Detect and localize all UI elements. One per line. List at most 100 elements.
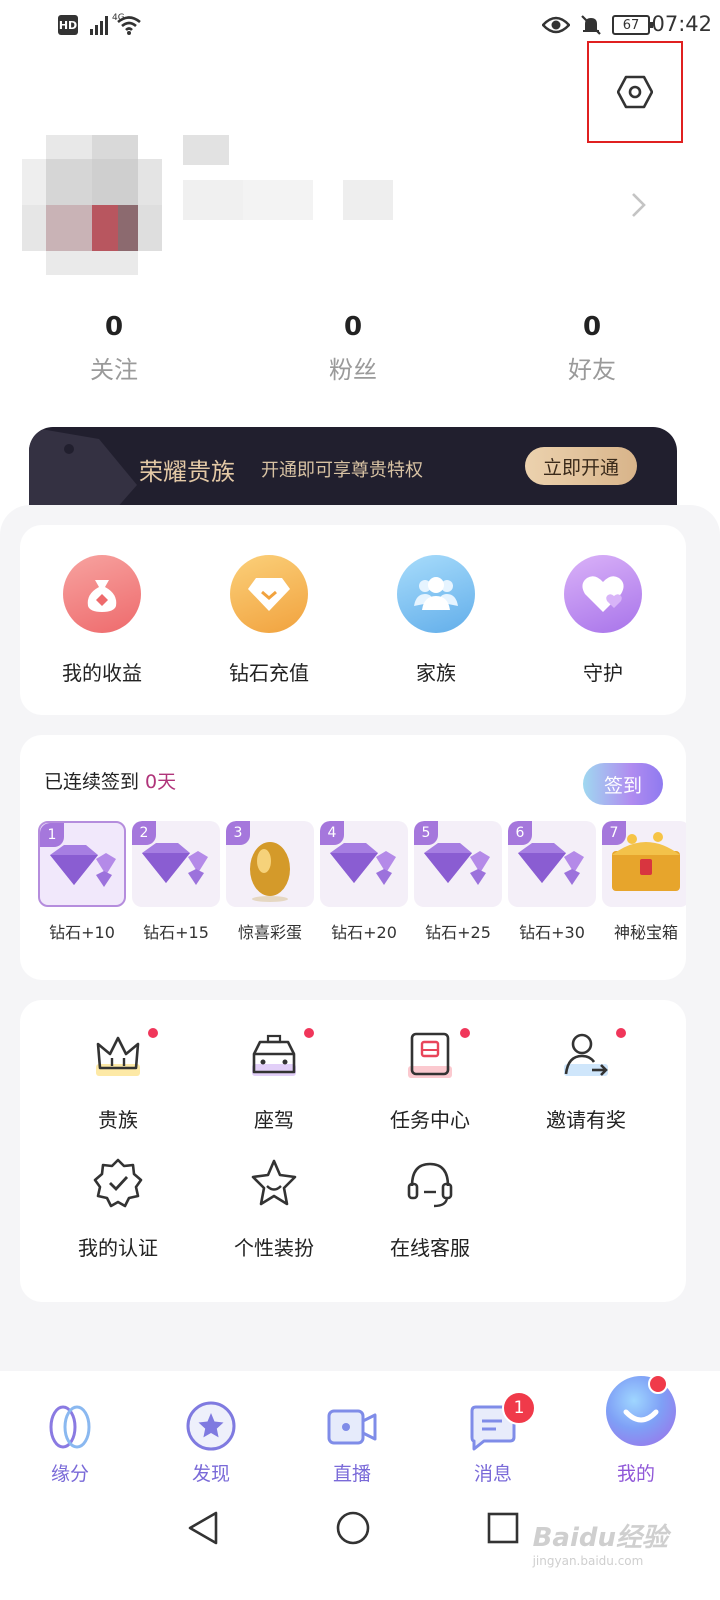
- checkin-title: 已连续签到 0天: [44, 767, 176, 794]
- network-type: 4G: [112, 13, 125, 23]
- checkin-day[interactable]: 1 钻石+10: [38, 821, 126, 943]
- stat-friends[interactable]: 0 好友: [522, 312, 662, 385]
- day-number: 5: [414, 821, 438, 845]
- noble-banner[interactable]: 荣耀贵族 开通即可享尊贵特权 立即开通: [29, 427, 677, 517]
- feature-label: 在线客服: [390, 1236, 470, 1260]
- quick-item-earnings[interactable]: 我的收益: [42, 555, 162, 686]
- task-icon: [402, 1028, 470, 1084]
- checkin-day[interactable]: 2 钻石+15: [132, 821, 220, 943]
- fans-count: 0: [343, 312, 363, 342]
- car-icon: [246, 1028, 314, 1084]
- features-card: 贵族 座驾 任务中心 邀请有奖 我的认证 个性装扮 在线客服: [20, 1000, 686, 1302]
- checkin-day[interactable]: 3 惊喜彩蛋: [226, 821, 314, 943]
- quick-label: 我的收益: [62, 661, 142, 685]
- day-number: 6: [508, 821, 532, 845]
- feature-tasks[interactable]: 任务中心: [352, 1028, 508, 1133]
- quick-label: 钻石充值: [229, 661, 309, 685]
- tab-fate[interactable]: 缘分: [20, 1399, 120, 1486]
- reward-box: 5: [414, 821, 502, 907]
- system-navigation-bar: Baidu经验 jingyan.baidu.com: [0, 1491, 720, 1600]
- checkin-card: 已连续签到 0天 签到 1 钻石+10 2 钻石+15 3 惊喜彩蛋 4 钻石+…: [20, 735, 686, 980]
- reward-box: 4: [320, 821, 408, 907]
- recents-icon[interactable]: [486, 1509, 520, 1547]
- watermark-brand: Baidu经验: [532, 1523, 668, 1553]
- feature-label: 贵族: [98, 1108, 138, 1132]
- quick-item-family[interactable]: 家族: [376, 555, 496, 686]
- following-label: 关注: [90, 356, 138, 384]
- reward-box: 2: [132, 821, 220, 907]
- day-label: 神秘宝箱: [613, 923, 678, 942]
- hd-icon: HD: [58, 15, 78, 35]
- checkin-title-prefix: 已连续签到: [44, 771, 146, 793]
- feature-dressup[interactable]: 个性装扮: [196, 1156, 352, 1261]
- feature-label: 座驾: [254, 1108, 294, 1132]
- day-number: 2: [132, 821, 156, 845]
- settings-icon: [617, 75, 653, 109]
- feature-noble[interactable]: 贵族: [40, 1028, 196, 1133]
- noble-subtitle: 开通即可享尊贵特权: [261, 460, 423, 481]
- friends-count: 0: [582, 312, 602, 342]
- checkin-day[interactable]: 5 钻石+25: [414, 821, 502, 943]
- feature-support[interactable]: 在线客服: [352, 1156, 508, 1261]
- star-face-icon: [246, 1156, 302, 1212]
- checkin-day[interactable]: 6 钻石+30: [508, 821, 596, 943]
- tab-label: 我的: [616, 1463, 655, 1485]
- quick-label: 家族: [416, 661, 456, 685]
- tab-label: 直播: [332, 1463, 371, 1485]
- friends-label: 好友: [568, 356, 616, 384]
- tab-messages[interactable]: 1 消息: [443, 1391, 543, 1486]
- checkin-button[interactable]: 签到: [583, 763, 663, 805]
- checkin-day[interactable]: 4 钻石+20: [320, 821, 408, 943]
- day-number: 7: [602, 821, 626, 845]
- tab-label: 消息: [473, 1463, 512, 1485]
- tab-discover[interactable]: 发现: [161, 1399, 261, 1486]
- stat-fans[interactable]: 0 粉丝: [283, 312, 423, 385]
- feature-label: 邀请有奖: [546, 1108, 626, 1132]
- fate-icon: [43, 1399, 97, 1453]
- watermark-url: jingyan.baidu.com: [532, 1554, 644, 1568]
- verified-badge-icon: [90, 1156, 146, 1212]
- message-icon: 1: [466, 1391, 536, 1453]
- feature-verification[interactable]: 我的认证: [40, 1156, 196, 1261]
- noble-tag-icon: [29, 427, 137, 517]
- tab-live[interactable]: 直播: [302, 1399, 402, 1486]
- quick-label: 守护: [583, 661, 623, 685]
- day-label: 钻石+15: [143, 923, 209, 942]
- group-icon: [397, 555, 475, 633]
- reward-box: 3: [226, 821, 314, 907]
- user-name-blurred: [183, 135, 413, 230]
- clock: 07:42: [651, 12, 712, 36]
- tab-label: 发现: [191, 1463, 230, 1485]
- quick-item-recharge[interactable]: 钻石充值: [209, 555, 329, 686]
- feature-vehicle[interactable]: 座驾: [196, 1028, 352, 1133]
- feature-label: 我的认证: [78, 1236, 158, 1260]
- invite-icon: [558, 1028, 626, 1084]
- settings-button[interactable]: [587, 41, 683, 143]
- cellular-signal-icon: 4G: [86, 13, 125, 35]
- avatar[interactable]: [22, 135, 162, 275]
- discover-icon: [184, 1399, 238, 1453]
- unread-badge: 1: [502, 1391, 536, 1425]
- back-icon[interactable]: [186, 1509, 220, 1547]
- feature-invite[interactable]: 邀请有奖: [508, 1028, 664, 1133]
- watermark: Baidu经验 jingyan.baidu.com: [533, 1517, 668, 1568]
- red-dot-indicator: [648, 1374, 668, 1394]
- day-label: 钻石+25: [425, 923, 491, 942]
- fans-label: 粉丝: [329, 356, 377, 384]
- chevron-right-icon[interactable]: [628, 190, 648, 220]
- quick-actions-card: 我的收益 钻石充值 家族 守护: [20, 525, 686, 715]
- checkin-day[interactable]: 7 神秘宝箱: [602, 821, 686, 943]
- activate-noble-button[interactable]: 立即开通: [525, 447, 637, 485]
- quick-item-guard[interactable]: 守护: [543, 555, 663, 686]
- reward-box: 7: [602, 821, 686, 907]
- crown-icon: [90, 1028, 158, 1084]
- stat-following[interactable]: 0 关注: [44, 312, 184, 385]
- feature-label: 个性装扮: [234, 1236, 314, 1260]
- day-number: 3: [226, 821, 250, 845]
- money-bag-icon: [63, 555, 141, 633]
- status-right: 67 07:42: [542, 12, 712, 36]
- headset-icon: [402, 1156, 458, 1212]
- home-icon[interactable]: [335, 1509, 371, 1547]
- feature-label: 任务中心: [390, 1108, 470, 1132]
- heart-icon: [564, 555, 642, 633]
